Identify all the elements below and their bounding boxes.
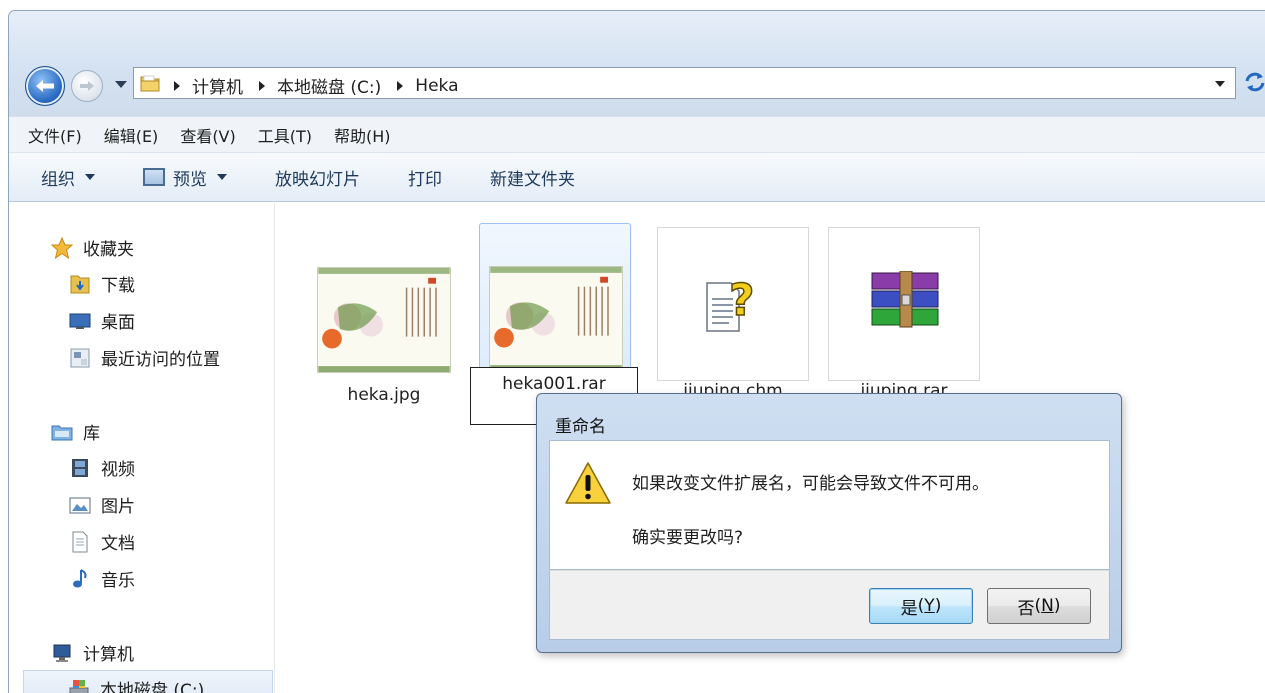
organize-label: 组织 (41, 169, 75, 190)
downloads-folder-icon (69, 273, 91, 295)
sidebar-item-desktop[interactable]: 桌面 (69, 308, 135, 333)
slideshow-button[interactable]: 放映幻灯片 (275, 165, 360, 190)
yes-accesskey: Y (924, 596, 935, 616)
image-thumbnail-icon (317, 267, 451, 373)
sidebar-item-libraries[interactable]: 库 (51, 419, 100, 444)
address-dropdown-icon[interactable] (1215, 81, 1225, 87)
sidebar-item-local-disk[interactable]: 本地磁盘 (C:) (23, 670, 273, 693)
folder-icon (140, 75, 160, 92)
back-button[interactable] (25, 66, 65, 106)
menu-bar: 文件(F) 编辑(E) 查看(V) 工具(T) 帮助(H) (9, 116, 1265, 152)
dialog-question: 确实要更改吗? (632, 528, 744, 548)
star-icon (51, 236, 73, 259)
video-icon (69, 457, 91, 479)
forward-button[interactable] (71, 70, 103, 102)
breadcrumb: 计算机 本地磁盘 (C:) Heka (174, 73, 459, 98)
warning-icon (565, 462, 611, 504)
sidebar-item-favorites[interactable]: 收藏夹 (51, 235, 134, 260)
sidebar-item-label: 视频 (101, 460, 135, 480)
new-folder-label: 新建文件夹 (490, 169, 575, 190)
sidebar-item-label: 文档 (101, 534, 135, 554)
menu-file[interactable]: 文件(F) (28, 123, 82, 147)
desktop-icon (69, 310, 91, 332)
breadcrumb-separator-icon[interactable] (259, 80, 265, 91)
dialog-message: 如果改变文件扩展名，可能会导致文件不可用。 (632, 474, 989, 494)
navigation-pane: 收藏夹 下载 桌面 最近访问的位置 库 视频 图片 文档 音乐 计算机 本地磁盘… (9, 203, 275, 693)
back-arrow-icon (36, 80, 54, 92)
sidebar-item-recent[interactable]: 最近访问的位置 (69, 345, 220, 370)
menu-help[interactable]: 帮助(H) (334, 123, 391, 147)
title-bar: 计算机 本地磁盘 (C:) Heka (9, 11, 1265, 116)
refresh-icon[interactable] (1242, 69, 1265, 97)
breadcrumb-computer[interactable]: 计算机 (192, 73, 243, 98)
print-button[interactable]: 打印 (408, 165, 442, 190)
dialog-body: 如果改变文件扩展名，可能会导致文件不可用。 确实要更改吗? (549, 440, 1110, 570)
menu-edit[interactable]: 编辑(E) (104, 123, 159, 147)
pictures-icon (69, 494, 91, 516)
new-folder-button[interactable]: 新建文件夹 (490, 165, 575, 190)
archive-icon (870, 270, 940, 333)
preview-label: 预览 (173, 169, 207, 190)
sidebar-item-label: 收藏夹 (83, 240, 134, 260)
dialog-title: 重命名 (555, 417, 606, 437)
file-item[interactable]: heka.jpg (308, 225, 460, 405)
yes-button[interactable]: 是(Y) (869, 588, 973, 624)
chevron-down-icon (85, 174, 95, 180)
menu-tools[interactable]: 工具(T) (258, 123, 312, 147)
sidebar-item-label: 音乐 (101, 571, 135, 591)
sidebar-item-label: 本地磁盘 (C:) (100, 680, 205, 693)
breadcrumb-local-disk[interactable]: 本地磁盘 (C:) (277, 73, 381, 98)
rename-warning-dialog: 重命名 如果改变文件扩展名，可能会导致文件不可用。 确实要更改吗? 是(Y) 否… (536, 393, 1122, 653)
dialog-button-bar: 是(Y) 否(N) (549, 570, 1110, 640)
chevron-down-icon (217, 174, 227, 180)
slideshow-label: 放映幻灯片 (275, 169, 360, 190)
sidebar-item-label: 库 (83, 424, 100, 444)
file-item-selected[interactable] (479, 223, 631, 379)
sidebar-item-label: 计算机 (83, 645, 134, 665)
help-file-icon: ? (701, 269, 765, 339)
breadcrumb-heka[interactable]: Heka (415, 76, 458, 96)
preview-button[interactable]: 预览 (143, 165, 227, 190)
document-icon (69, 531, 91, 553)
no-accesskey: N (1041, 596, 1054, 616)
sidebar-item-label: 图片 (101, 497, 135, 517)
sidebar-item-pictures[interactable]: 图片 (69, 492, 135, 517)
breadcrumb-separator-icon[interactable] (397, 80, 404, 91)
file-name: heka.jpg (347, 385, 421, 405)
sidebar-item-documents[interactable]: 文档 (69, 529, 135, 554)
svg-text:?: ? (729, 275, 755, 326)
image-thumbnail-icon (489, 266, 623, 372)
print-label: 打印 (408, 169, 442, 190)
file-item[interactable]: jiuping.rar (828, 227, 980, 401)
sidebar-item-label: 最近访问的位置 (101, 350, 220, 370)
sidebar-item-downloads[interactable]: 下载 (69, 271, 135, 296)
breadcrumb-separator-icon[interactable] (174, 80, 180, 91)
recent-places-icon (69, 347, 91, 369)
preview-icon (143, 168, 165, 186)
sidebar-item-label: 下载 (101, 276, 135, 296)
drive-icon (68, 677, 90, 693)
no-button[interactable]: 否(N) (987, 588, 1091, 624)
no-label: 否 (1017, 598, 1035, 619)
sidebar-item-computer[interactable]: 计算机 (51, 640, 134, 665)
command-bar: 组织 预览 放映幻灯片 打印 新建文件夹 (9, 152, 1265, 202)
organize-button[interactable]: 组织 (41, 165, 95, 190)
computer-icon (51, 642, 73, 664)
sidebar-item-label: 桌面 (101, 313, 135, 333)
forward-arrow-icon (80, 81, 94, 91)
sidebar-item-videos[interactable]: 视频 (69, 455, 135, 480)
recent-pages-dropdown[interactable] (115, 81, 127, 88)
menu-view[interactable]: 查看(V) (180, 123, 235, 147)
music-note-icon (69, 568, 91, 590)
yes-label: 是 (900, 598, 918, 619)
file-item[interactable]: ? jiuping.chm (657, 227, 809, 401)
library-icon (51, 421, 73, 443)
sidebar-item-music[interactable]: 音乐 (69, 566, 135, 591)
address-bar[interactable]: 计算机 本地磁盘 (C:) Heka (133, 67, 1236, 99)
